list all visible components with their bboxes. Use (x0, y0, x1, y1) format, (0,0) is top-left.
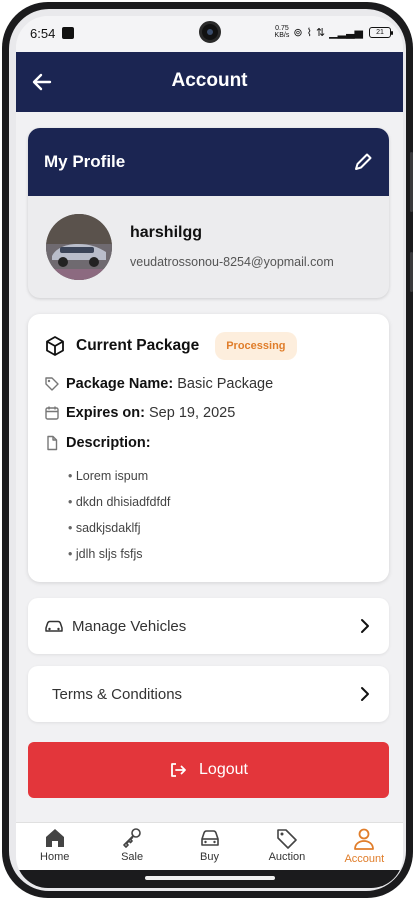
home-indicator[interactable] (144, 876, 275, 880)
list-item: Lorem ispum (68, 466, 170, 492)
profile-header: My Profile (28, 128, 389, 196)
data-icon: ⇅ (315, 26, 326, 39)
profile-card: My Profile harshilgg veudatrossonou-8254… (28, 128, 389, 298)
user-icon (354, 828, 375, 850)
screen: 6:54 0.75 KB/s ⊚ ⌇ ⇅ ▁▂▃▅ 21 Account My … (16, 16, 403, 888)
page-title: Account (171, 70, 248, 91)
signal-icon: ▁▂▃▅ (329, 26, 363, 39)
profile-email: veudatrossonou-8254@yopmail.com (130, 255, 334, 269)
phone-frame: 6:54 0.75 KB/s ⊚ ⌇ ⇅ ▁▂▃▅ 21 Account My … (2, 2, 413, 898)
volume-button (410, 152, 413, 212)
tab-home[interactable]: Home (16, 823, 93, 870)
terms-label: Terms & Conditions (52, 685, 183, 703)
logout-button[interactable]: Logout (28, 742, 389, 798)
car-icon (45, 620, 63, 632)
battery-level: 21 (376, 28, 384, 36)
key-icon (123, 828, 141, 848)
pencil-icon (355, 153, 372, 170)
manage-vehicles-label: Manage Vehicles (72, 617, 187, 635)
gesture-bar (16, 870, 403, 888)
bottom-navigation: Home Sale Buy Auction Account (16, 822, 403, 870)
expires-on: Expires on: Sep 19, 2025 (66, 405, 235, 421)
power-button (410, 252, 413, 292)
front-camera (198, 21, 221, 43)
profile-name: harshilgg (130, 224, 203, 241)
list-item: jdlh sljs fsfjs (68, 544, 170, 570)
tab-sale-label: Sale (121, 851, 144, 863)
description-label: Description: (66, 435, 151, 451)
current-package-card: Current Package Processing Package Name:… (28, 314, 389, 582)
tab-home-label: Home (40, 851, 70, 863)
description-row: Description: (44, 435, 151, 451)
logout-icon (171, 763, 186, 777)
network-speed-unit: KB/s (274, 32, 290, 39)
expires-row: Expires on: Sep 19, 2025 (44, 405, 235, 421)
chevron-right-icon (361, 619, 369, 633)
edit-profile-button[interactable] (349, 148, 377, 176)
tag-icon (277, 829, 297, 849)
manage-vehicles-button[interactable]: Manage Vehicles (28, 598, 389, 654)
app-header: Account (16, 52, 403, 112)
network-speed: 0.75 KB/s (275, 25, 290, 39)
chevron-right-icon (361, 687, 369, 701)
car-photo (46, 214, 112, 280)
tab-account-label: Account (344, 853, 385, 865)
package-title-row: Current Package Processing (44, 332, 297, 360)
package-title: Current Package (76, 337, 200, 354)
tab-buy-label: Buy (200, 851, 219, 863)
package-name-value: Basic Package (177, 376, 274, 392)
avatar (46, 214, 112, 280)
status-badge: Processing (215, 332, 297, 360)
hotspot-icon: ⊚ (293, 26, 303, 39)
description-list: Lorem ispum dkdn dhisiadfdfdf sadkjsdakl… (68, 466, 171, 570)
document-icon (47, 435, 58, 451)
notification-icon (62, 27, 74, 39)
list-item: sadkjsdaklfj (68, 518, 170, 544)
status-icons: 0.75 KB/s ⊚ ⌇ ⇅ ▁▂▃▅ 21 (275, 25, 393, 39)
tab-sale[interactable]: Sale (93, 823, 170, 870)
main-content: My Profile harshilgg veudatrossonou-8254… (16, 112, 403, 822)
logout-label: Logout (199, 761, 248, 778)
calendar-icon (45, 406, 59, 420)
expires-value: Sep 19, 2025 (149, 405, 236, 421)
terms-button[interactable]: Terms & Conditions (28, 666, 389, 722)
package-name: Package Name: Basic Package (66, 376, 273, 392)
package-name-row: Package Name: Basic Package (44, 376, 273, 392)
home-icon (45, 829, 64, 847)
list-item: dkdn dhisiadfdfdf (68, 492, 171, 518)
status-bar: 6:54 0.75 KB/s ⊚ ⌇ ⇅ ▁▂▃▅ 21 (16, 16, 403, 52)
battery-icon: 21 (369, 26, 393, 38)
tag-icon (45, 377, 59, 391)
tab-buy[interactable]: Buy (171, 823, 248, 870)
vibrate-icon: ⌇ (306, 26, 312, 39)
status-time: 6:54 (30, 26, 56, 41)
expires-label: Expires on: (66, 405, 145, 421)
description-label-text: Description: (66, 435, 151, 451)
tab-account[interactable]: Account (326, 823, 403, 870)
package-name-label: Package Name: (66, 376, 174, 392)
network-speed-value: 0.75 (275, 25, 289, 32)
car-icon (200, 830, 219, 846)
box-icon (46, 336, 64, 356)
tab-auction[interactable]: Auction (248, 823, 325, 870)
tab-auction-label: Auction (268, 851, 306, 863)
profile-section-title: My Profile (44, 152, 126, 171)
